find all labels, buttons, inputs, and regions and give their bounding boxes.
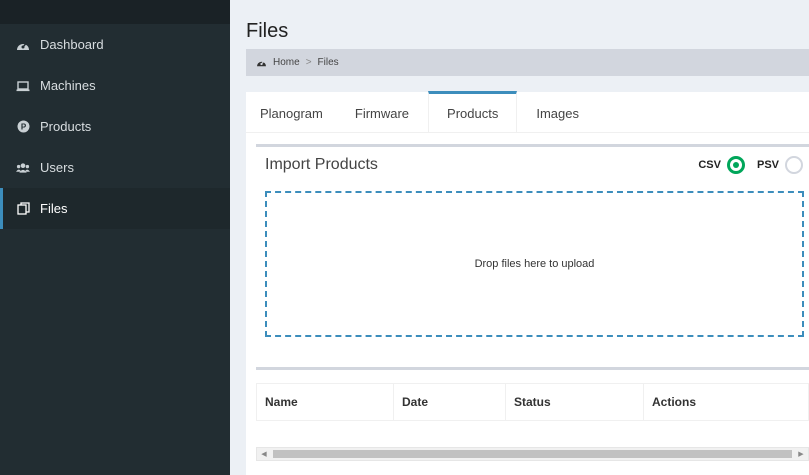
column-header-status[interactable]: Status: [506, 384, 644, 420]
sidebar-item-products[interactable]: P Products: [0, 106, 230, 147]
column-header-actions[interactable]: Actions: [644, 384, 808, 420]
format-radio-group: CSV PSV: [698, 156, 803, 174]
scroll-left-arrow-icon[interactable]: ◀: [257, 448, 271, 460]
files-icon: [16, 202, 30, 216]
scroll-right-arrow-icon[interactable]: ▶: [794, 448, 808, 460]
tab-firmware[interactable]: Firmware: [342, 91, 422, 132]
sidebar-item-label: Files: [40, 201, 68, 216]
dashboard-icon: [256, 58, 267, 67]
files-table-panel: Name Date Status Actions ◀ ▶: [256, 367, 809, 475]
column-header-date[interactable]: Date: [394, 384, 506, 420]
tab-planogram[interactable]: Planogram: [246, 91, 336, 132]
csv-radio[interactable]: [726, 156, 745, 174]
tab-images[interactable]: Images: [523, 91, 592, 132]
breadcrumb-home-link[interactable]: Home: [273, 57, 300, 68]
svg-text:P: P: [20, 123, 26, 132]
scrollbar-thumb[interactable]: [273, 450, 792, 458]
product-badge-icon: P: [16, 120, 30, 134]
table-header: Name Date Status Actions: [256, 383, 809, 421]
sidebar-item-dashboard[interactable]: Dashboard: [0, 24, 230, 65]
sidebar: Dashboard Machines P Products Users File…: [0, 0, 230, 475]
psv-label: PSV: [756, 159, 779, 171]
import-products-panel: Import Products CSV PSV Drop files here …: [256, 144, 809, 337]
sidebar-item-label: Dashboard: [40, 37, 104, 52]
sidebar-item-label: Users: [40, 160, 74, 175]
column-header-name[interactable]: Name: [257, 384, 394, 420]
csv-label: CSV: [698, 159, 721, 171]
sidebar-item-files[interactable]: Files: [0, 188, 230, 229]
sidebar-top-strip: [0, 0, 230, 24]
breadcrumb-current: Files: [317, 57, 339, 68]
main-content: Files Home > Files Planogram Firmware Pr…: [230, 0, 809, 475]
breadcrumb-separator: >: [305, 57, 312, 68]
file-dropzone[interactable]: Drop files here to upload: [265, 191, 804, 337]
sidebar-item-users[interactable]: Users: [0, 147, 230, 188]
tab-products[interactable]: Products: [428, 91, 518, 132]
tab-container: Planogram Firmware Products Images Impor…: [246, 91, 809, 475]
dropzone-text: Drop files here to upload: [474, 258, 595, 270]
page-title: Files: [246, 20, 289, 42]
laptop-icon: [16, 79, 30, 93]
users-icon: [16, 161, 30, 175]
dashboard-icon: [16, 38, 30, 52]
psv-radio[interactable]: [785, 156, 803, 174]
breadcrumb: Home > Files: [246, 49, 809, 76]
sidebar-item-label: Machines: [40, 78, 96, 93]
tab-bar: Planogram Firmware Products Images: [246, 91, 809, 133]
panel-title: Import Products: [265, 156, 378, 173]
sidebar-item-machines[interactable]: Machines: [0, 65, 230, 106]
sidebar-item-label: Products: [40, 119, 92, 134]
horizontal-scrollbar[interactable]: ◀ ▶: [256, 447, 809, 461]
